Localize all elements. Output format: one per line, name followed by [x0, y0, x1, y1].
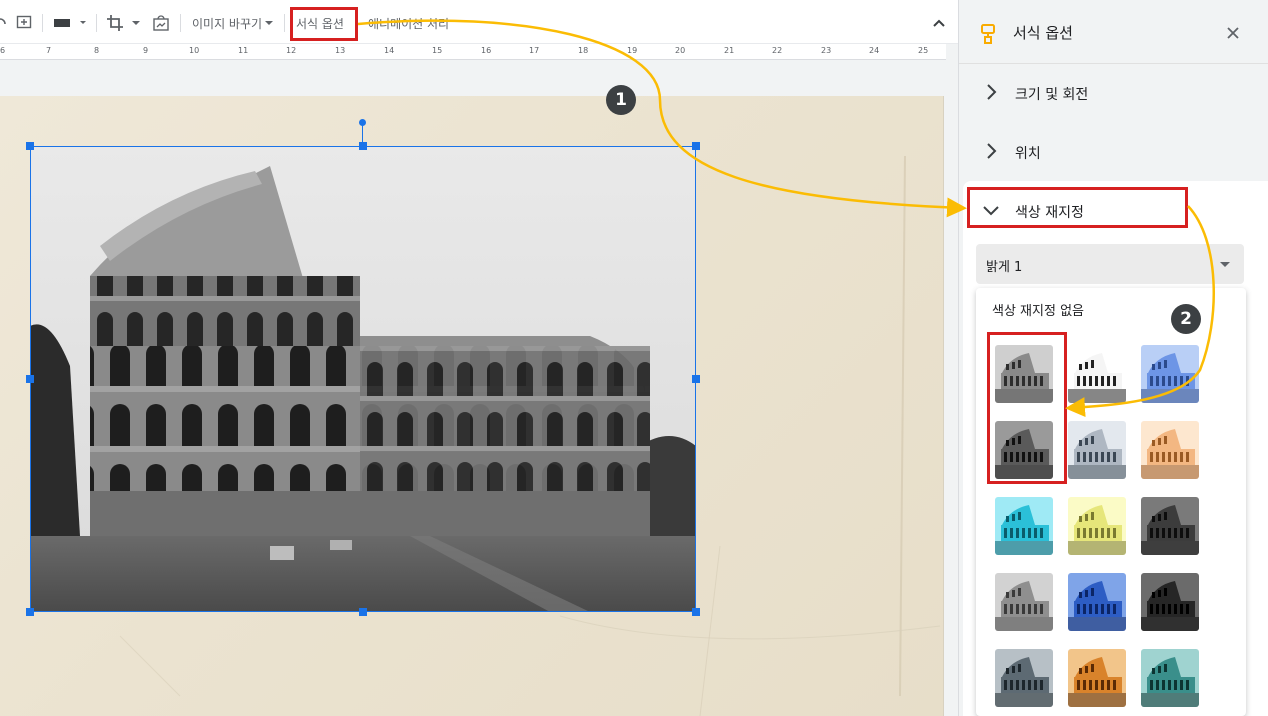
chevron-right-icon [987, 84, 997, 100]
resize-handle-top-left[interactable] [26, 142, 34, 150]
image-selection-box [30, 146, 696, 612]
toolbar-divider [284, 14, 285, 32]
recolor-dropdown-value: 밝게 1 [986, 260, 1023, 275]
section-label: 위치 [1015, 146, 1041, 162]
recolor-swatch-bluegray-light[interactable] [1068, 421, 1126, 479]
horizontal-ruler: 6 7 8 9 10 11 12 13 14 15 16 17 18 19 20… [0, 44, 946, 60]
slide-canvas [0, 60, 946, 716]
ruler-number: 20 [675, 46, 686, 55]
vertical-scrollbar[interactable] [946, 44, 958, 716]
rotate-handle[interactable] [359, 119, 366, 126]
recolor-section-highlight [967, 187, 1188, 228]
resize-handle-top[interactable] [359, 142, 367, 150]
paint-roller-icon [981, 24, 995, 44]
mask-dropdown-icon[interactable] [130, 10, 142, 36]
ruler-number: 10 [189, 46, 200, 55]
ruler-number: 12 [286, 46, 297, 55]
ruler-number: 16 [481, 46, 492, 55]
resize-handle-top-right[interactable] [692, 142, 700, 150]
recolor-swatch-orange-dark[interactable] [1068, 649, 1126, 707]
dropdown-caret-icon [1220, 262, 1230, 267]
format-options-highlight [290, 7, 358, 41]
chevron-right-icon [987, 143, 997, 159]
section-position[interactable]: 위치 [959, 123, 1268, 181]
grayscale-swatches-highlight [987, 332, 1067, 484]
recolor-swatch-teal-dark[interactable] [1141, 649, 1199, 707]
insert-comment-icon[interactable] [16, 10, 32, 36]
ruler-number: 9 [143, 46, 149, 55]
panel-header: 서식 옵션 [959, 0, 1268, 64]
ruler-number: 6 [0, 46, 6, 55]
toolbar-divider [96, 14, 97, 32]
recolor-dropdown[interactable]: 밝게 1 [976, 244, 1244, 284]
animation-button[interactable]: 애니메이션 처리 [368, 10, 449, 36]
resize-handle-left[interactable] [26, 375, 34, 383]
recolor-swatch-orange-light[interactable] [1141, 421, 1199, 479]
ruler-number: 15 [432, 46, 443, 55]
recolor-swatch-cyan[interactable] [995, 497, 1053, 555]
replace-image-button[interactable]: 이미지 바꾸기 [192, 10, 274, 36]
recolor-swatch-gray[interactable] [995, 573, 1053, 631]
resize-handle-bottom[interactable] [359, 608, 367, 616]
no-recolor-option[interactable]: 색상 재지정 없음 [992, 300, 1084, 319]
resize-handle-right[interactable] [692, 375, 700, 383]
reset-image-icon[interactable] [152, 10, 170, 36]
redo-icon[interactable] [0, 10, 8, 36]
recolor-swatch-blue-light[interactable] [1141, 345, 1199, 403]
slide[interactable] [0, 96, 944, 716]
close-icon[interactable] [1227, 27, 1239, 39]
recolor-swatch-bw-high[interactable] [1068, 345, 1126, 403]
ruler-number: 25 [918, 46, 929, 55]
ruler-number: 14 [384, 46, 395, 55]
ruler-number: 7 [46, 46, 52, 55]
section-size-rotation[interactable]: 크기 및 회전 [959, 64, 1268, 122]
replace-image-label: 이미지 바꾸기 [192, 16, 263, 31]
recolor-swatch-dark-gray[interactable] [1141, 497, 1199, 555]
recolor-swatch-slate[interactable] [995, 649, 1053, 707]
ruler-number: 22 [772, 46, 783, 55]
ruler-number: 8 [94, 46, 100, 55]
ruler-number: 11 [238, 46, 249, 55]
toolbar-divider [42, 14, 43, 32]
animation-label: 애니메이션 처리 [368, 16, 450, 31]
resize-handle-bottom-left[interactable] [26, 608, 34, 616]
ruler-number: 18 [578, 46, 589, 55]
step-2-badge: 2 [1171, 304, 1201, 334]
resize-handle-bottom-right[interactable] [692, 608, 700, 616]
recolor-swatch-blue-dark[interactable] [1068, 573, 1126, 631]
ruler-number: 24 [869, 46, 880, 55]
panel-title: 서식 옵션 [1013, 24, 1073, 42]
collapse-toolbar-icon[interactable] [932, 10, 946, 36]
recolor-swatch-yellow[interactable] [1068, 497, 1126, 555]
step-1-badge: 1 [606, 85, 636, 115]
line-weight-button[interactable] [52, 10, 88, 36]
ruler-number: 17 [529, 46, 540, 55]
toolbar-divider [180, 14, 181, 32]
crop-icon[interactable] [106, 10, 124, 36]
ruler-number: 23 [821, 46, 832, 55]
recolor-swatch-black[interactable] [1141, 573, 1199, 631]
toolbar: 이미지 바꾸기 서식 옵션 애니메이션 처리 [0, 0, 958, 44]
ruler-number: 13 [335, 46, 346, 55]
ruler-number: 21 [724, 46, 735, 55]
ruler-number: 19 [627, 46, 638, 55]
section-label: 크기 및 회전 [1015, 87, 1089, 103]
